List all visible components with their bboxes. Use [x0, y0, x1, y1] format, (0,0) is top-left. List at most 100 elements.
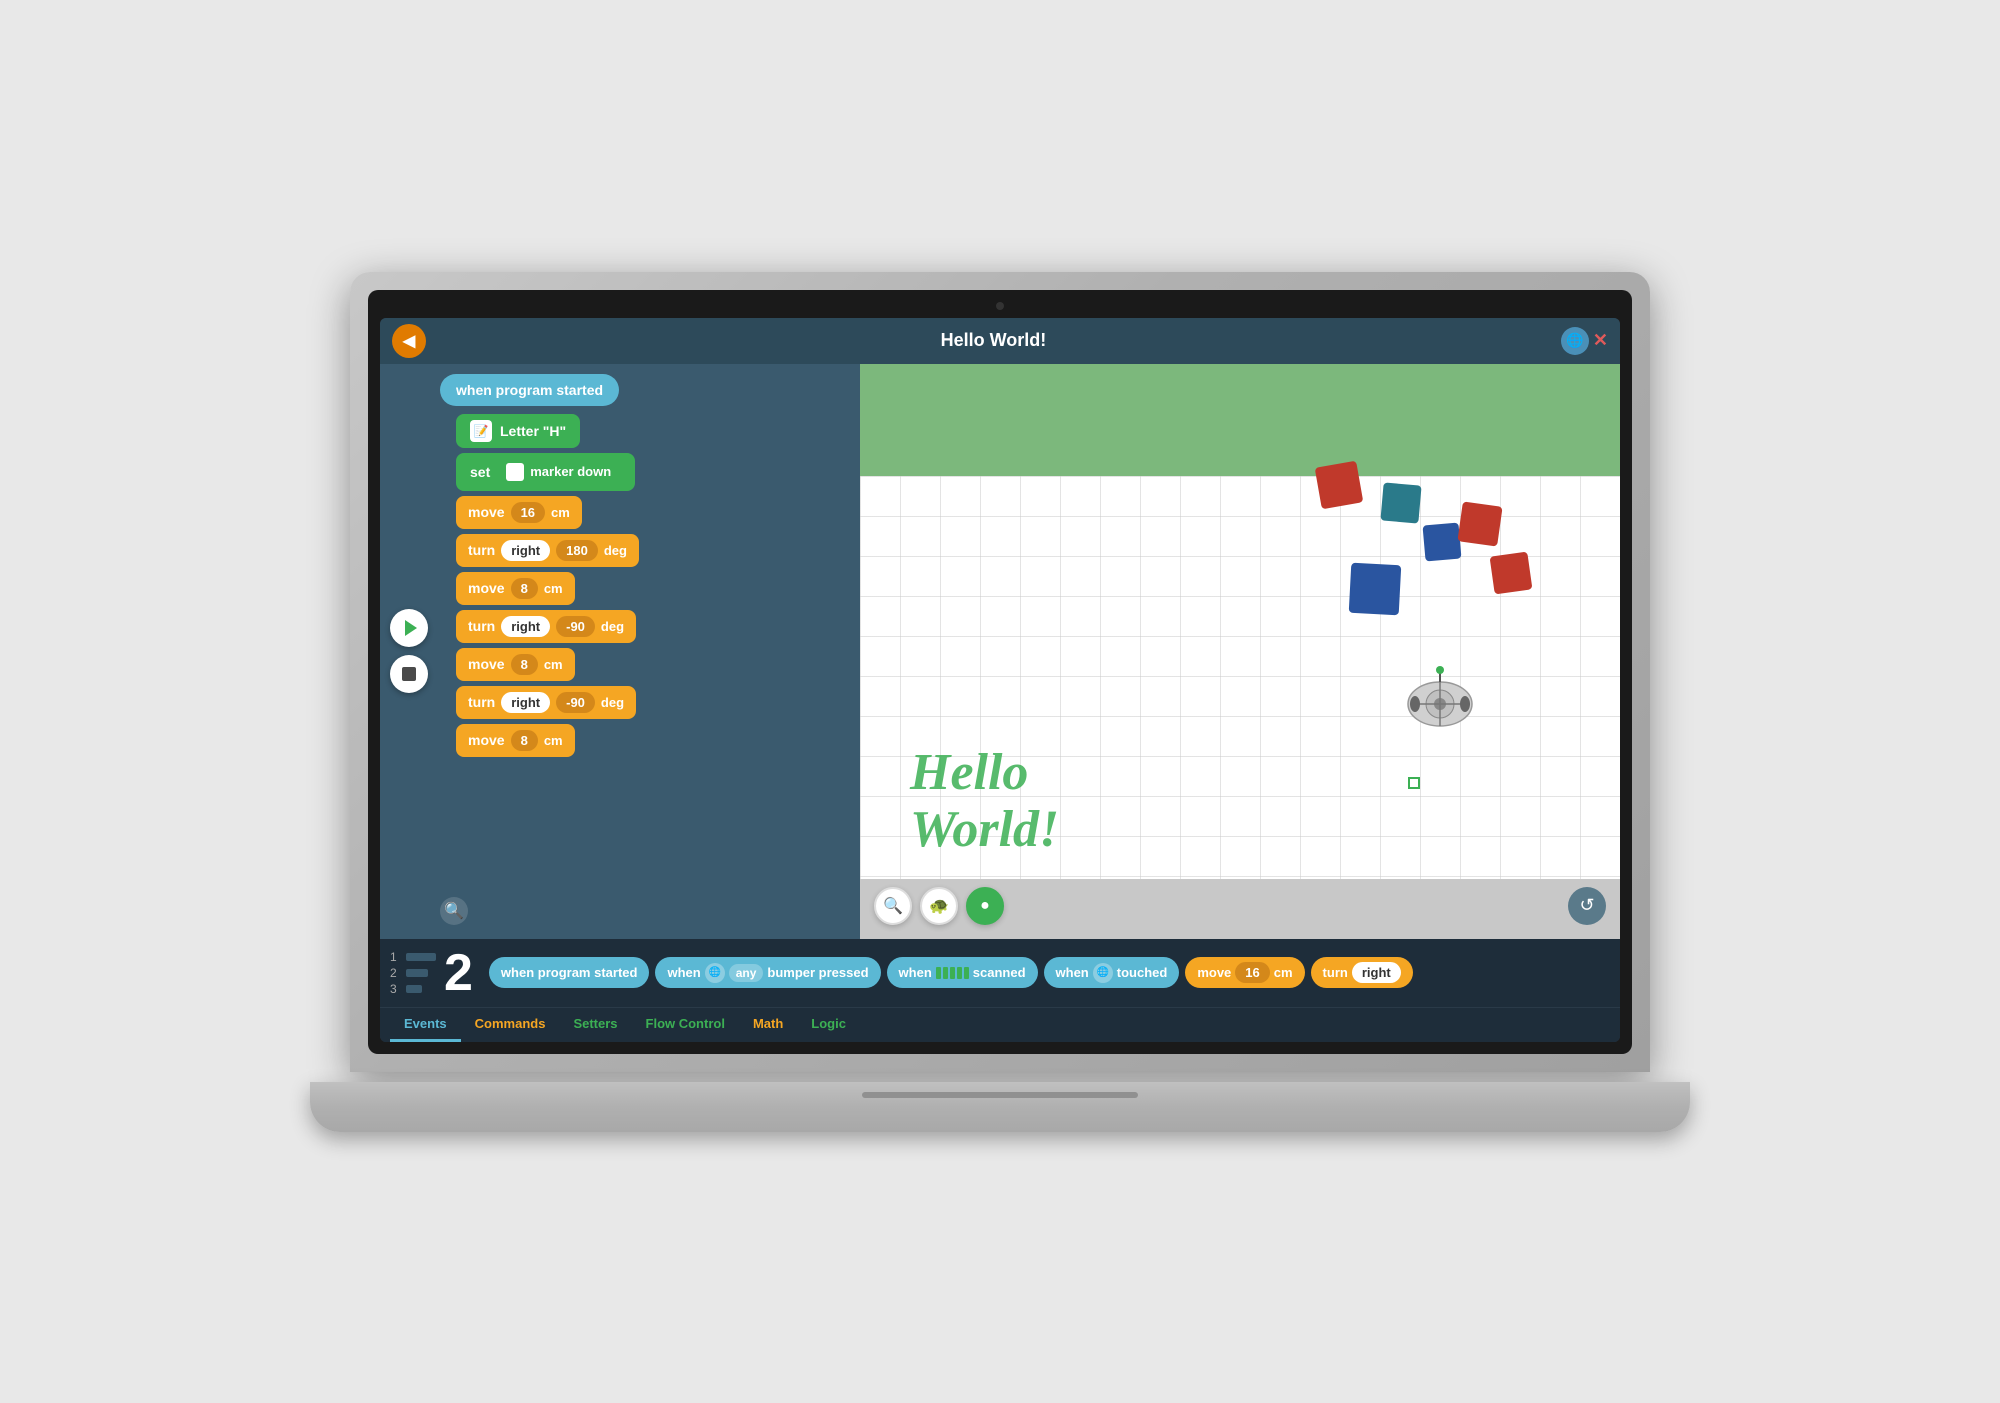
cube-red-1: [1315, 460, 1364, 509]
turn-label-1: turn: [468, 618, 495, 634]
hello-world-display: HelloWorld!: [910, 744, 1059, 858]
move-block-2[interactable]: move 8 cm: [456, 648, 575, 681]
palette-when-touched[interactable]: when 🌐 touched: [1044, 957, 1180, 988]
level-bar-2: [406, 969, 428, 977]
level-rows: 1 2 3: [390, 950, 436, 996]
globe-icon: 🌐: [1561, 327, 1589, 355]
play-button[interactable]: [390, 609, 428, 647]
zoom-icon: 🔍: [444, 901, 464, 921]
palette-when-2: when: [899, 965, 932, 980]
letter-label: Letter "H": [500, 423, 566, 439]
sim-turtle-button[interactable]: 🐢: [920, 887, 958, 925]
level-row-2: 2: [390, 966, 436, 980]
code-scroll-area[interactable]: when program started 📝 Letter "H": [380, 364, 860, 939]
tab-flow-control[interactable]: Flow Control: [632, 1008, 739, 1042]
turn-block-2[interactable]: turn right -90 deg: [456, 686, 636, 719]
palette-when-program-started[interactable]: when program started: [489, 957, 650, 988]
bar-3: [950, 967, 955, 979]
palette-when-scanned[interactable]: when scanned: [887, 957, 1038, 988]
tab-events[interactable]: Events: [390, 1008, 461, 1042]
palette-globe-icon-1: 🌐: [705, 963, 725, 983]
palette-globe-icon-3: 🌐: [1093, 963, 1113, 983]
move-unit-1: cm: [544, 581, 563, 596]
turn-unit-1: deg: [601, 619, 624, 634]
tab-commands[interactable]: Commands: [461, 1008, 560, 1042]
marker-dot: [1408, 777, 1420, 789]
palette-move-unit: cm: [1274, 965, 1293, 980]
palette-touched-label: touched: [1117, 965, 1168, 980]
camera-dot: [996, 302, 1004, 310]
turn-block-1[interactable]: turn right -90 deg: [456, 610, 636, 643]
marker-icon: ↓: [506, 463, 524, 481]
turn-value-2: -90: [556, 692, 595, 713]
code-panel: when program started 📝 Letter "H": [380, 364, 860, 939]
move-value-2: 8: [511, 654, 538, 675]
palette-when-bumper-pressed[interactable]: when 🌐 any bumper pressed: [655, 957, 880, 988]
set-label: set: [470, 464, 490, 480]
trigger-block[interactable]: when program started: [440, 374, 619, 406]
back-icon: ◀: [403, 331, 415, 351]
bar-4: [957, 967, 962, 979]
bar-1: [936, 967, 941, 979]
sim-refresh-button[interactable]: ↺: [1568, 887, 1606, 925]
level-section: 1 2 3: [390, 947, 483, 999]
cube-red-2: [1457, 501, 1502, 546]
play-icon: [405, 620, 417, 636]
move-block-1[interactable]: move 8 cm: [456, 572, 575, 605]
tabs-row: Events Commands Setters Flow Control: [380, 1007, 1620, 1042]
app-title: Hello World!: [426, 330, 1561, 351]
turn-dir-0: right: [501, 540, 550, 561]
turn-block-0[interactable]: turn right 180 deg: [456, 534, 639, 567]
marker-down-block: ↓ marker down: [496, 459, 621, 485]
stop-icon: [402, 667, 416, 681]
tab-events-label: Events: [404, 1016, 447, 1031]
move-block-0[interactable]: move 16 cm: [456, 496, 582, 529]
move-label-2: move: [468, 656, 505, 672]
tab-setters[interactable]: Setters: [559, 1008, 631, 1042]
zoom-button[interactable]: 🔍: [440, 897, 468, 925]
move-unit-3: cm: [544, 733, 563, 748]
palette-items: when program started when 🌐 any bumper p…: [489, 957, 1610, 988]
level-row-1: 1: [390, 950, 436, 964]
bottom-top-row: 1 2 3: [380, 939, 1620, 1007]
bottom-panel: 1 2 3: [380, 939, 1620, 1042]
laptop-body: ◀ Hello World! 🌐 ✕: [350, 272, 1650, 1072]
sim-canvas: HelloWorld!: [860, 364, 1620, 939]
bar-2: [943, 967, 948, 979]
letter-block[interactable]: 📝 Letter "H": [456, 414, 580, 448]
sim-turtle-icon: 🐢: [929, 896, 949, 916]
laptop-wrapper: ◀ Hello World! 🌐 ✕: [350, 272, 1650, 1132]
letter-icon: 📝: [470, 420, 492, 442]
level-number: 2: [444, 947, 473, 999]
close-area[interactable]: 🌐 ✕: [1561, 327, 1608, 355]
tab-math[interactable]: Math: [739, 1008, 797, 1042]
palette-turn[interactable]: turn right: [1311, 957, 1413, 988]
turn-label-0: turn: [468, 542, 495, 558]
refresh-icon: ↺: [1579, 895, 1594, 916]
move-value-0: 16: [511, 502, 545, 523]
palette-move[interactable]: move 16 cm: [1185, 957, 1304, 988]
level-bar-1: [406, 953, 436, 961]
set-marker-block[interactable]: set ↓ marker down: [456, 453, 635, 491]
cube-teal-1: [1380, 482, 1421, 523]
tab-logic[interactable]: Logic: [797, 1008, 860, 1042]
laptop-base: [310, 1082, 1690, 1132]
move-label-1: move: [468, 580, 505, 596]
back-button[interactable]: ◀: [392, 324, 426, 358]
palette-turn-label: turn: [1323, 965, 1348, 980]
title-bar: ◀ Hello World! 🌐 ✕: [380, 318, 1620, 364]
sim-run-icon: ●: [980, 897, 990, 915]
marker-label: marker down: [530, 464, 611, 479]
move-unit-0: cm: [551, 505, 570, 520]
stop-button[interactable]: [390, 655, 428, 693]
tab-setters-label: Setters: [573, 1016, 617, 1031]
palette-move-value: 16: [1235, 962, 1269, 983]
move-block-3[interactable]: move 8 cm: [456, 724, 575, 757]
sim-run-button[interactable]: ●: [966, 887, 1004, 925]
turn-value-0: 180: [556, 540, 598, 561]
simulator-panel: HelloWorld!: [860, 364, 1620, 939]
sim-zoom-button[interactable]: 🔍: [874, 887, 912, 925]
turn-dir-2: right: [501, 692, 550, 713]
close-icon[interactable]: ✕: [1593, 330, 1608, 351]
tab-logic-label: Logic: [811, 1016, 846, 1031]
